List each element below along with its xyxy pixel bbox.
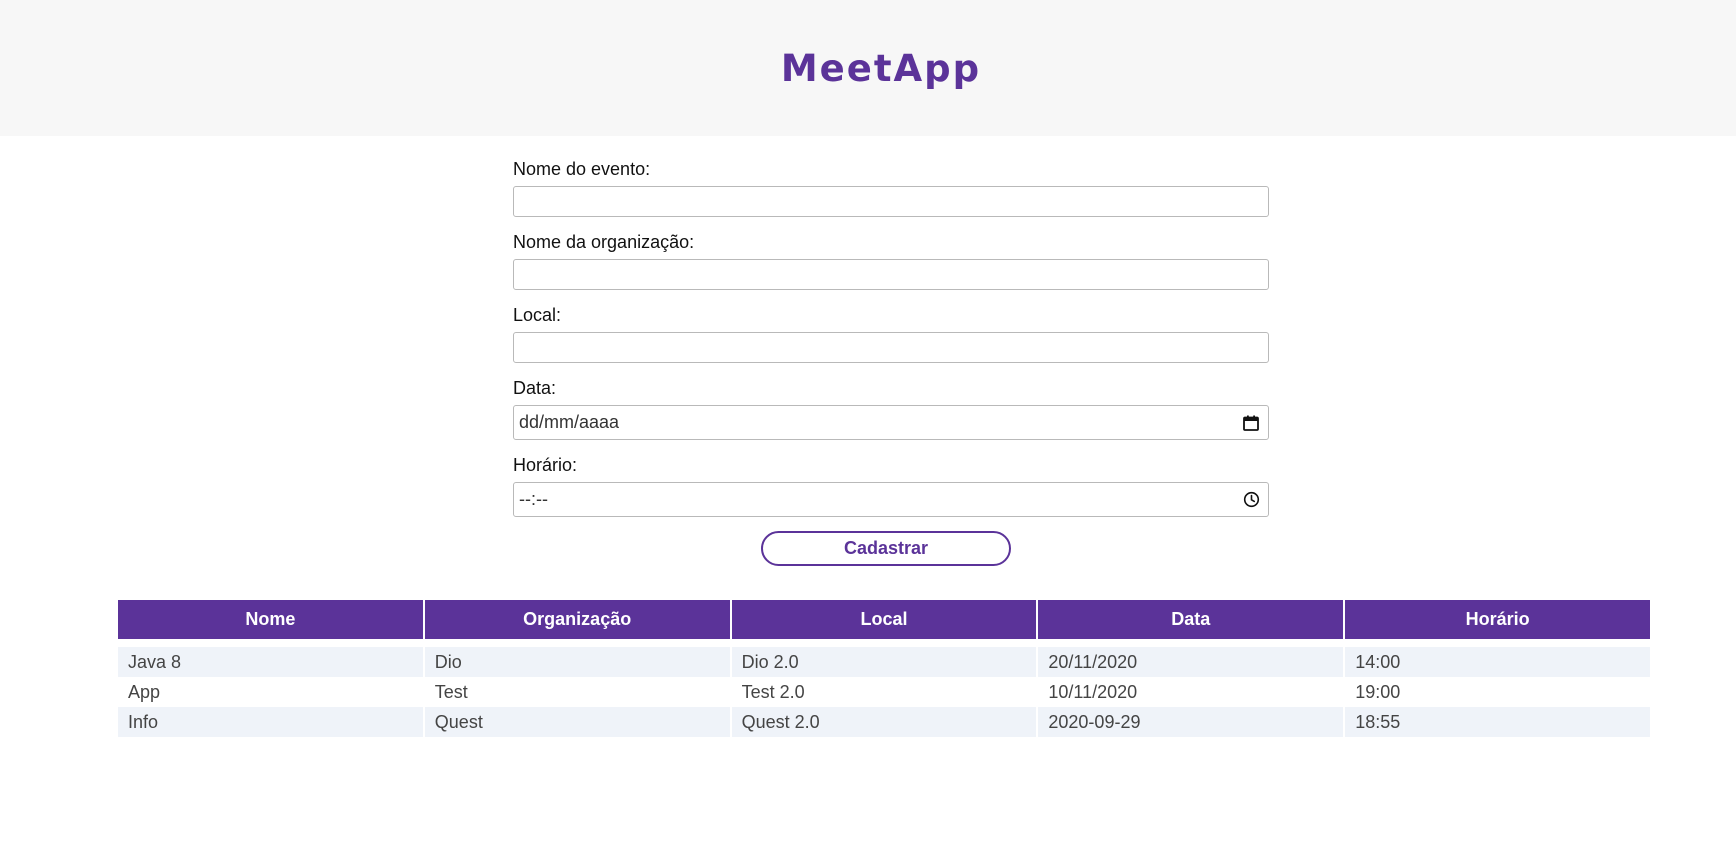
table-cell-date: 10/11/2020	[1038, 677, 1344, 707]
register-button[interactable]: Cadastrar	[761, 531, 1011, 566]
calendar-icon[interactable]	[1241, 413, 1261, 433]
event-form: Nome do evento: Nome da organização: Loc…	[513, 158, 1269, 566]
table-cell-organization: Dio	[424, 647, 730, 677]
date-field-group: Data: dd/mm/aaaa	[513, 377, 1269, 440]
table-cell-name: App	[118, 677, 423, 707]
submit-row: Cadastrar	[513, 531, 1269, 566]
event-name-label: Nome do evento:	[513, 159, 651, 179]
table-cell-name: Info	[118, 707, 423, 737]
date-input[interactable]: dd/mm/aaaa	[513, 405, 1269, 440]
table-spacer-cell	[118, 639, 1650, 647]
table-cell-time: 14:00	[1345, 647, 1650, 677]
column-header-date: Data	[1038, 600, 1344, 639]
app-title: MeetApp	[780, 46, 982, 90]
table-row: App Test Test 2.0 10/11/2020 19:00	[118, 677, 1650, 707]
column-header-name: Nome	[118, 600, 423, 639]
table-cell-location: Test 2.0	[731, 677, 1037, 707]
table-cell-location: Quest 2.0	[731, 707, 1037, 737]
time-input[interactable]: --:--	[513, 482, 1269, 517]
organization-label: Nome da organização:	[513, 232, 695, 252]
app-header: MeetApp	[0, 0, 1736, 136]
table-cell-date: 20/11/2020	[1038, 647, 1344, 677]
table-cell-date: 2020-09-29	[1038, 707, 1344, 737]
table-row: Info Quest Quest 2.0 2020-09-29 18:55	[118, 707, 1650, 737]
event-name-field-group: Nome do evento:	[513, 158, 1269, 217]
header-row: Nome Organização Local Data Horário	[118, 600, 1650, 639]
column-header-location: Local	[731, 600, 1037, 639]
time-label: Horário:	[513, 455, 578, 475]
events-table: Nome Organização Local Data Horário Java…	[116, 600, 1652, 737]
clock-icon[interactable]	[1241, 490, 1261, 510]
date-label: Data:	[513, 378, 557, 398]
date-placeholder: dd/mm/aaaa	[519, 412, 620, 432]
table-spacer	[118, 639, 1650, 647]
event-name-input[interactable]	[513, 186, 1269, 217]
time-placeholder: --:--	[519, 489, 548, 509]
location-input[interactable]	[513, 332, 1269, 363]
organization-input[interactable]	[513, 259, 1269, 290]
table-row: Java 8 Dio Dio 2.0 20/11/2020 14:00	[118, 647, 1650, 677]
time-field-group: Horário: --:--	[513, 454, 1269, 517]
table-cell-location: Dio 2.0	[731, 647, 1037, 677]
table-cell-name: Java 8	[118, 647, 423, 677]
column-header-time: Horário	[1345, 600, 1650, 639]
events-table-body: Java 8 Dio Dio 2.0 20/11/2020 14:00 App …	[118, 639, 1650, 737]
table-cell-time: 18:55	[1345, 707, 1650, 737]
location-field-group: Local:	[513, 304, 1269, 363]
table-cell-organization: Test	[424, 677, 730, 707]
location-label: Local:	[513, 305, 562, 325]
events-table-container: Nome Organização Local Data Horário Java…	[118, 600, 1654, 737]
organization-field-group: Nome da organização:	[513, 231, 1269, 290]
table-cell-organization: Quest	[424, 707, 730, 737]
column-header-organization: Organização	[424, 600, 730, 639]
table-cell-time: 19:00	[1345, 677, 1650, 707]
events-table-header: Nome Organização Local Data Horário	[118, 600, 1650, 639]
